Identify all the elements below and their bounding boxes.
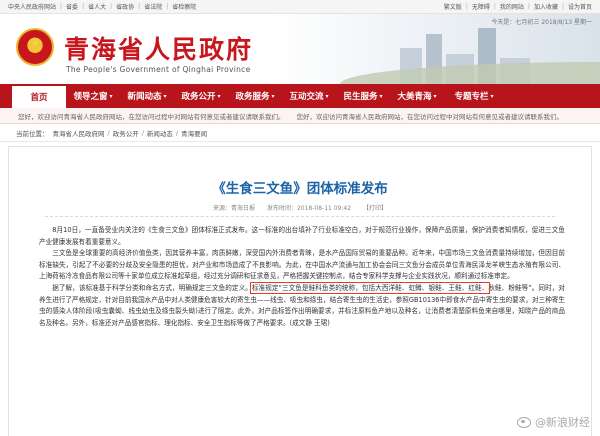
site-subtitle: The People's Government of Qinghai Provi… [66, 65, 251, 74]
welcome-marquee: 您好，欢迎访问青海省人民政府网站，在您访问过程中对网站有何意见或者建议请联系我们… [0, 108, 600, 124]
article-paragraph: 三文鱼是全球重要的高经济价值鱼类，因其营养丰富，肉质鲜嫩，深受国内外消费者青睐，… [39, 249, 565, 281]
national-emblem-icon[interactable] [16, 28, 54, 66]
top-link[interactable]: 省法院 [144, 2, 162, 11]
nav-item-label: 民生服务 [343, 92, 378, 102]
breadcrumb: 当前位置： 青海省人民政府网 / 政务公开 / 新闻动态 / 青海要闻 [0, 124, 600, 142]
nav-item-label: 大美青海 [397, 92, 432, 102]
article-date: 发布时间：2018-08-11 09:42 [266, 205, 352, 212]
top-link[interactable]: 中央人民政府网站 [8, 2, 56, 11]
paragraph-text: 据了解，该标准基于科学分类和命名方式，明确规定三文鱼的定义。 [52, 283, 252, 292]
top-link[interactable]: 我的网站 [500, 2, 524, 11]
weibo-icon [517, 416, 531, 428]
nav-item-services[interactable]: 政务服务 ▾ [228, 84, 282, 108]
chevron-down-icon: ▾ [379, 92, 383, 100]
highlighted-definition: 标准规定“三文鱼是鲑科鱼类的统称，包括大西洋鲑、虹鳟、银鲑、王鲑、红鲑、 [249, 281, 491, 294]
top-link[interactable]: 设为首页 [568, 2, 592, 11]
article-meta: 来源：青海日报 发布时间：2018-08-11 09:42 【打印】 [9, 203, 591, 212]
main-nav: 首页 领导之窗 ▾ 新闻动态 ▾ 政务公开 ▾ 政务服务 ▾ 互动交流 ▾ 民生服务 ▾ 大… [0, 84, 600, 108]
top-link[interactable]: 省政协 [116, 2, 134, 11]
nav-item-label: 互动交流 [289, 92, 324, 102]
chevron-down-icon: ▾ [490, 92, 494, 100]
article-title: 《生食三文鱼》团体标准发布 [212, 181, 388, 197]
nav-item-beautiful-qinghai[interactable]: 大美青海 ▾ [390, 84, 444, 108]
article-paragraph: 8月10日，一直备受业内关注的《生食三文鱼》团体标准正式发布。这一标准的出台填补… [39, 226, 565, 246]
top-link[interactable]: 繁文版 [444, 2, 462, 11]
article-body: 8月10日，一直备受业内关注的《生食三文鱼》团体标准正式发布。这一标准的出台填补… [39, 225, 565, 329]
date-display: 今天是：七月初三 2018/8/13 星期一 [491, 19, 592, 26]
breadcrumb-label: 当前位置： [16, 129, 49, 138]
top-utility-bar: 中央人民政府网站 | 省委 | 省人大 | 省政协 | 省法院 | 省检察院 繁文版 | 无… [0, 0, 600, 14]
marquee-text-repeat: 您好，欢迎访问青海省人民政府网站，在您访问过程中对网站有何意见或者建议请联系我们… [296, 112, 564, 121]
article-source: 来源：青海日报 [213, 205, 256, 212]
print-link[interactable]: 【打印】 [363, 205, 387, 212]
site-title[interactable]: 青海省人民政府 [64, 30, 253, 66]
divider [45, 216, 555, 217]
breadcrumb-link[interactable]: 新闻动态 [147, 128, 173, 138]
marquee-text: 您好，欢迎访问青海省人民政府网站，在您访问过程中对网站有何意见或者建议请联系我们… [18, 112, 285, 121]
top-link[interactable]: 省检察院 [172, 2, 196, 11]
nav-item-label: 专题专栏 [454, 92, 489, 102]
top-links-right: 繁文版 | 无障碍 | 我的网站 | 加入收藏 | 设为首页 [443, 2, 592, 11]
chevron-down-icon: ▾ [433, 92, 437, 100]
breadcrumb-link[interactable]: 政务公开 [113, 128, 139, 138]
chevron-down-icon: ▾ [109, 92, 113, 100]
breadcrumb-link[interactable]: 青海要闻 [181, 128, 207, 138]
nav-item-news[interactable]: 新闻动态 ▾ [120, 84, 174, 108]
top-link[interactable]: 省委 [66, 2, 78, 11]
watermark-text: @新浪财经 [535, 416, 590, 429]
chevron-down-icon: ▾ [271, 92, 275, 100]
article-paragraph: 据了解，该标准基于科学分类和命名方式，明确规定三文鱼的定义。标准规定“三文鱼是鲑… [39, 281, 565, 329]
chevron-down-icon: ▾ [217, 92, 221, 100]
nav-item-home[interactable]: 首页 [12, 86, 66, 108]
nav-item-interaction[interactable]: 互动交流 ▾ [282, 84, 336, 108]
top-links-left: 中央人民政府网站 | 省委 | 省人大 | 省政协 | 省法院 | 省检察院 [8, 2, 197, 11]
nav-item-label: 新闻动态 [127, 92, 162, 102]
nav-item-label: 政务服务 [235, 92, 270, 102]
chevron-down-icon: ▾ [325, 92, 329, 100]
watermark: @新浪财经 [517, 414, 590, 430]
article-container: 《生食三文鱼》团体标准发布 来源：青海日报 发布时间：2018-08-11 09… [8, 146, 592, 436]
top-link[interactable]: 无障碍 [472, 2, 490, 11]
top-link[interactable]: 省人大 [88, 2, 106, 11]
nav-item-label: 领导之窗 [73, 92, 108, 102]
breadcrumb-link[interactable]: 青海省人民政府网 [53, 128, 105, 138]
nav-item-label: 政务公开 [181, 92, 216, 102]
chevron-down-icon: ▾ [163, 92, 167, 100]
nav-item-livelihood[interactable]: 民生服务 ▾ [336, 84, 390, 108]
header-hill-graphic [340, 62, 600, 84]
nav-item-special-topics[interactable]: 专题专栏 ▾ [444, 84, 504, 108]
nav-item-leaders[interactable]: 领导之窗 ▾ [66, 84, 120, 108]
top-link[interactable]: 加入收藏 [534, 2, 558, 11]
nav-item-open-gov[interactable]: 政务公开 ▾ [174, 84, 228, 108]
site-header: 青海省人民政府 The People's Government of Qingh… [0, 14, 600, 84]
